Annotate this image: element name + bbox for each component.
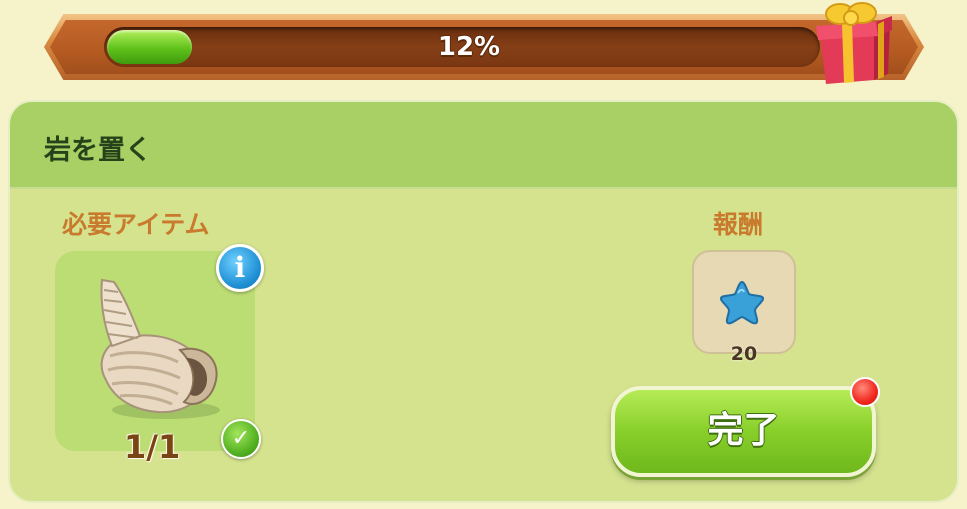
conch-shell-icon (100, 278, 220, 419)
info-icon: i (234, 251, 246, 284)
progress-percentage: 12% (437, 32, 501, 62)
info-button[interactable]: i (216, 244, 264, 292)
quest-title: 岩を置く (44, 135, 152, 166)
quest-header: 岩を置く (10, 102, 957, 189)
reward-heading: 報酬 (713, 210, 764, 239)
checkmark-icon: ✓ (221, 419, 261, 459)
required-items-heading: 必要アイテム (62, 210, 210, 239)
checkmark-glyph: ✓ (231, 426, 251, 451)
complete-button[interactable]: 完了 (611, 386, 876, 477)
reward-amount: 20 (730, 343, 758, 365)
notification-dot-icon (850, 377, 880, 407)
gift-box-icon[interactable] (812, 0, 894, 86)
required-item-count: 1/1 (124, 428, 181, 466)
blue-star-icon (719, 280, 765, 325)
quest-screen: 12% 岩を置く 必要アイテム i ✓ 1/1 報酬 20 完了 (0, 0, 967, 509)
